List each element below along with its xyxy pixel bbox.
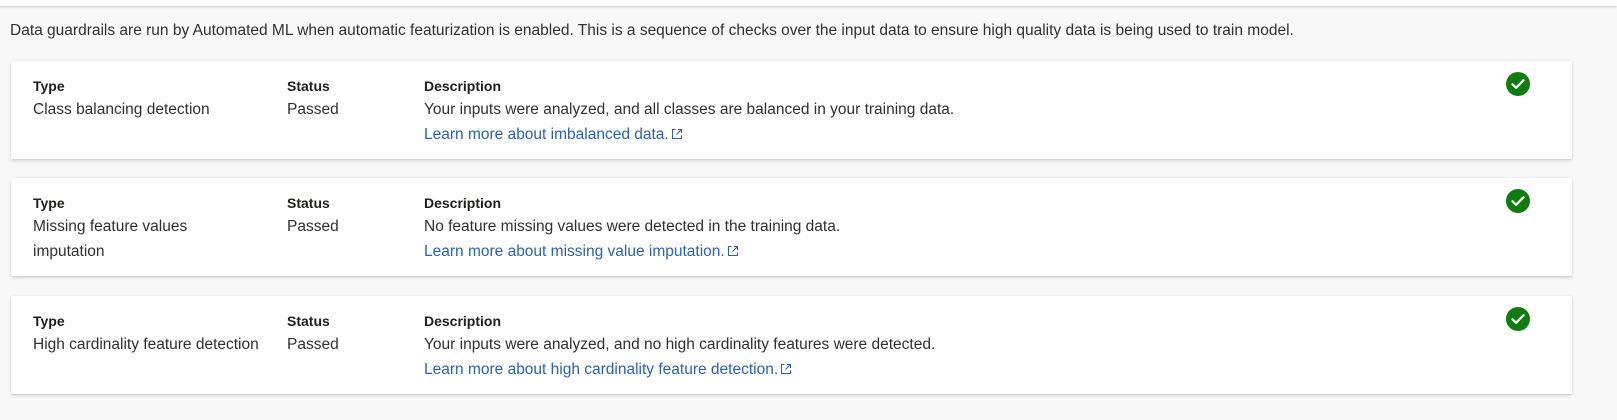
check-circle-icon — [1506, 189, 1530, 213]
type-value: High cardinality feature detection — [33, 336, 259, 353]
description-header: Description — [424, 195, 502, 211]
description-column: Description Your inputs were analyzed, a… — [424, 311, 1474, 382]
link-label: Learn more about missing value imputatio… — [424, 243, 725, 260]
type-value: Missing feature values imputation — [33, 218, 188, 260]
type-column: Type High cardinality feature detection — [33, 311, 263, 357]
guardrail-card-high-cardinality: Type High cardinality feature detection … — [11, 296, 1572, 394]
status-value: Passed — [287, 101, 339, 118]
link-label: Learn more about imbalanced data. — [424, 126, 669, 143]
description-value: No feature missing values were detected … — [424, 218, 841, 235]
description-value: Your inputs were analyzed, and no high c… — [424, 336, 936, 353]
status-column: Status Passed — [287, 311, 397, 357]
link-label: Learn more about high cardinality featur… — [424, 361, 779, 378]
type-column: Type Missing feature values imputation — [33, 193, 263, 264]
external-link-icon — [781, 363, 792, 375]
guardrail-card-class-balancing: Type Class balancing detection Status Pa… — [11, 61, 1572, 159]
type-value: Class balancing detection — [33, 101, 210, 118]
type-header: Type — [33, 78, 65, 94]
description-header: Description — [424, 78, 502, 94]
status-header: Status — [287, 78, 330, 94]
description-column: Description No feature missing values we… — [424, 193, 1474, 264]
description-value: Your inputs were analyzed, and all class… — [424, 101, 955, 118]
status-header: Status — [287, 195, 330, 211]
guardrails-intro-text: Data guardrails are run by Automated ML … — [10, 22, 1294, 39]
guardrail-card-missing-values: Type Missing feature values imputation S… — [11, 178, 1572, 276]
check-circle-icon — [1506, 72, 1530, 96]
learn-more-missing-value-imputation-link[interactable]: Learn more about missing value imputatio… — [424, 239, 739, 264]
type-header: Type — [33, 313, 65, 329]
top-panel-edge — [0, 0, 1617, 6]
status-value: Passed — [287, 336, 339, 353]
type-column: Type Class balancing detection — [33, 76, 263, 122]
description-header: Description — [424, 313, 502, 329]
status-column: Status Passed — [287, 76, 397, 122]
external-link-icon — [727, 245, 738, 257]
external-link-icon — [671, 128, 682, 140]
learn-more-imbalanced-data-link[interactable]: Learn more about imbalanced data. — [424, 122, 683, 147]
learn-more-high-cardinality-link[interactable]: Learn more about high cardinality featur… — [424, 357, 792, 382]
type-header: Type — [33, 195, 65, 211]
status-value: Passed — [287, 218, 339, 235]
status-header: Status — [287, 313, 330, 329]
check-circle-icon — [1506, 307, 1530, 331]
description-column: Description Your inputs were analyzed, a… — [424, 76, 1474, 147]
status-column: Status Passed — [287, 193, 397, 239]
